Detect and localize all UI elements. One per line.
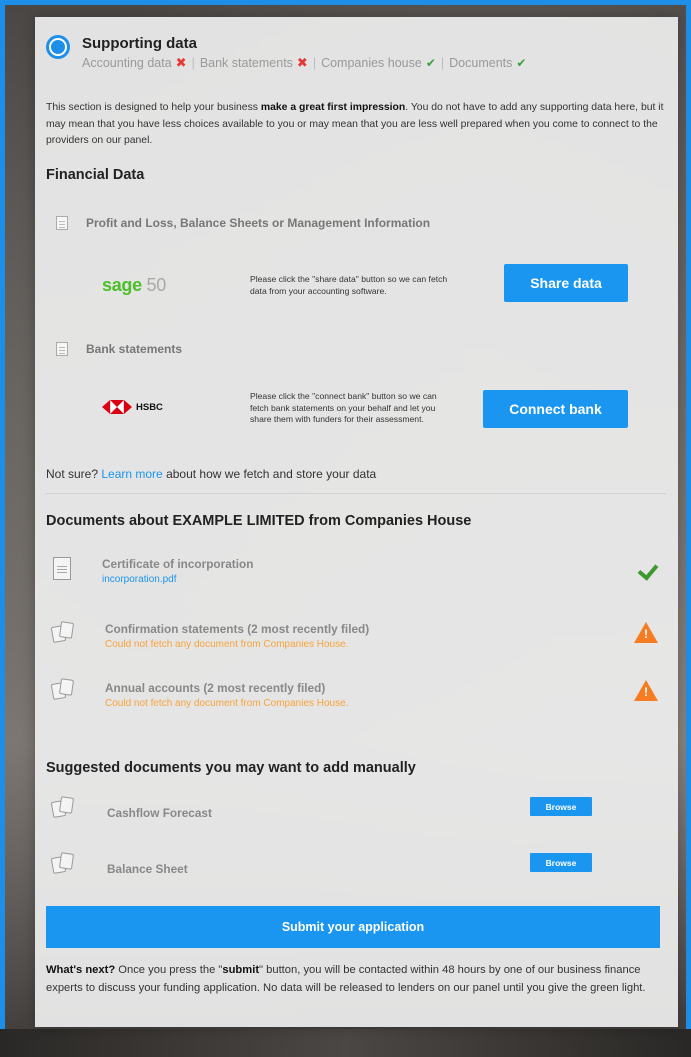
supporting-data-panel: Supporting data Accounting data ✖ | Bank… bbox=[35, 17, 678, 1027]
whats-next-text: What's next? Once you press the "submit"… bbox=[46, 961, 658, 997]
background-strip bbox=[0, 1029, 691, 1057]
whats-next-part: Once you press the " bbox=[115, 964, 223, 976]
cross-icon: ✖ bbox=[175, 55, 187, 70]
progress-breadcrumb: Accounting data ✖ | Bank statements ✖ | … bbox=[82, 55, 526, 71]
document-icon bbox=[53, 557, 71, 580]
document-icon bbox=[56, 216, 68, 230]
check-icon: ✔ bbox=[516, 56, 527, 70]
crumb-separator: | bbox=[440, 56, 445, 70]
whats-next-label: What's next? bbox=[46, 964, 116, 976]
crumb-separator: | bbox=[191, 56, 195, 70]
check-icon: ✔ bbox=[425, 56, 436, 70]
intro-bold: make a great first impression bbox=[260, 102, 406, 113]
crumb-documents: Documents bbox=[449, 56, 513, 70]
sage-hint: Please click the "share data" button so … bbox=[250, 274, 448, 296]
warning-icon: ! bbox=[634, 622, 658, 643]
cross-icon: ✖ bbox=[296, 55, 308, 70]
financial-data-heading: Financial Data bbox=[46, 167, 145, 183]
learn-more-line: Not sure? Learn more about how we fetch … bbox=[46, 467, 376, 481]
sage-brand: sage bbox=[102, 275, 142, 295]
warning-icon: ! bbox=[634, 680, 658, 701]
hsbc-hexagon-icon bbox=[102, 400, 132, 414]
bank-subheader: Bank statements bbox=[56, 342, 182, 356]
hsbc-text: HSBC bbox=[136, 401, 163, 413]
accounting-title: Profit and Loss, Balance Sheets or Manag… bbox=[86, 216, 431, 230]
warning-mark: ! bbox=[644, 685, 648, 699]
hsbc-hint: Please click the "connect bank" button s… bbox=[250, 391, 437, 424]
intro-text: This section is designed to help your bu… bbox=[46, 100, 666, 150]
bank-title: Bank statements bbox=[86, 342, 183, 356]
section-title: Supporting data bbox=[82, 35, 197, 52]
crumb-companies-house: Companies house bbox=[321, 56, 422, 70]
radio-dot bbox=[51, 40, 65, 54]
accounting-subheader: Profit and Loss, Balance Sheets or Manag… bbox=[56, 216, 430, 230]
crumb-separator: | bbox=[312, 56, 317, 70]
intro-part: This section is designed to help your bu… bbox=[46, 102, 261, 113]
submit-application-button[interactable]: Submit your application bbox=[46, 906, 660, 948]
not-sure-prefix: Not sure? bbox=[46, 467, 102, 481]
not-sure-suffix: about how we fetch and store your data bbox=[162, 467, 377, 481]
documents-icon bbox=[50, 852, 75, 875]
doc-title: Cashflow Forecast bbox=[107, 806, 212, 820]
connect-bank-button[interactable]: Connect bank bbox=[483, 390, 628, 428]
section-radio[interactable] bbox=[46, 35, 70, 59]
suggested-docs-heading: Suggested documents you may want to add … bbox=[46, 760, 416, 776]
incorporation-file-link[interactable]: incorporation.pdf bbox=[102, 574, 177, 585]
hsbc-logo: HSBC bbox=[102, 400, 163, 414]
warning-mark: ! bbox=[644, 627, 648, 641]
check-icon bbox=[638, 560, 658, 580]
documents-icon bbox=[50, 796, 75, 819]
sage-logo: sage 50 bbox=[102, 275, 166, 296]
doc-error: Could not fetch any document from Compan… bbox=[105, 639, 349, 650]
doc-title: Annual accounts (2 most recently filed) bbox=[105, 681, 326, 695]
learn-more-link[interactable]: Learn more bbox=[101, 467, 162, 481]
doc-title: Confirmation statements (2 most recently… bbox=[105, 622, 370, 636]
doc-error: Could not fetch any document from Compan… bbox=[105, 698, 349, 709]
doc-title: Certificate of incorporation bbox=[102, 557, 254, 571]
document-icon bbox=[56, 342, 68, 356]
documents-icon bbox=[50, 678, 75, 701]
doc-title: Balance Sheet bbox=[107, 862, 188, 876]
browse-button[interactable]: Browse bbox=[530, 853, 592, 872]
section-divider bbox=[46, 493, 666, 494]
crumb-bank-statements: Bank statements bbox=[199, 56, 293, 70]
browse-button[interactable]: Browse bbox=[530, 797, 592, 816]
documents-icon bbox=[50, 621, 75, 644]
submit-word: submit bbox=[222, 964, 260, 976]
companies-house-heading: Documents about EXAMPLE LIMITED from Com… bbox=[46, 513, 472, 529]
sage-version: 50 bbox=[146, 275, 167, 295]
section-header: Supporting data Accounting data ✖ | Bank… bbox=[46, 34, 526, 71]
crumb-accounting-data: Accounting data bbox=[82, 56, 172, 70]
share-data-button[interactable]: Share data bbox=[504, 264, 628, 302]
